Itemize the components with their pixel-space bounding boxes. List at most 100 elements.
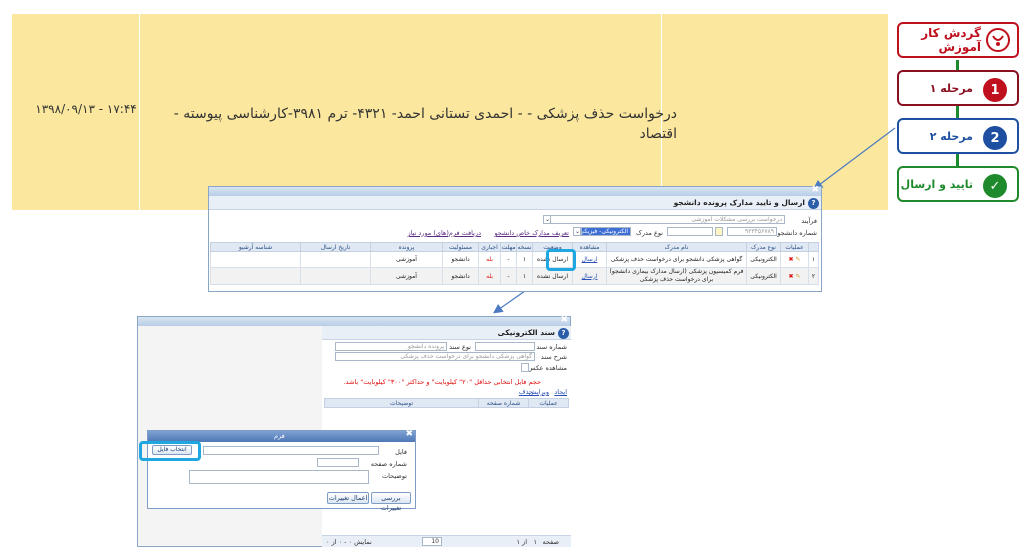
file-cell: آموزشی [370, 251, 443, 268]
column-header: مشاهده [572, 242, 607, 252]
column-header: عملیات [780, 242, 809, 252]
doc-type-label: نوع مدرک [636, 229, 663, 237]
create-link[interactable]: ایجاد [554, 388, 567, 396]
column-header: شماره صفحه [478, 398, 529, 408]
close-icon[interactable]: ✖ [811, 185, 819, 195]
window-title: فرم [274, 432, 285, 440]
doc-type-select[interactable]: الکترونیکی- فیزیکی [581, 227, 631, 236]
window-header: ? سند الکترونیکی [322, 326, 571, 340]
window-title: سند الکترونیکی [497, 328, 555, 337]
column-header: شناسه آرشیو [210, 242, 301, 252]
student-docs-window: ✖ ? ارسال و تایید مدارک پرونده دانشجو فر… [208, 185, 822, 292]
delete-icon[interactable]: ✖ [789, 273, 794, 280]
window-title: ارسال و تایید مدارک پرونده دانشجو [673, 198, 805, 207]
send-date-cell [300, 267, 371, 285]
tutorial-screenshot: ۱۳۹۸/۰۹/۱۳ - ۱۷:۴۴ درخواست حذف پزشکی - -… [0, 0, 1029, 553]
highlight-send-link [546, 249, 576, 271]
copy-cell: ۱ [516, 267, 533, 285]
column-header: مهلت [500, 242, 517, 252]
send-link[interactable]: ارسال [572, 251, 607, 268]
pager-summary: نمایش ۰ - ۰ از ۰ [326, 538, 372, 546]
archive-id-cell [210, 251, 301, 268]
pager-bar: صفحه ۱ از ۱ 10 نمایش ۰ - ۰ از ۰ [322, 535, 571, 547]
student-name-field [667, 227, 713, 236]
column-header: نام مدرک [606, 242, 747, 252]
doc-type-cell: الکترونیکی [746, 251, 781, 268]
page-size-select[interactable]: 10 [422, 537, 442, 546]
file-size-warning: حجم فایل انتخابی حداقل "۲۰" کیلوبایت" و … [343, 378, 541, 386]
help-icon: ? [808, 198, 819, 209]
responsibility-cell: دانشجو [442, 267, 479, 285]
pager-page-number[interactable]: ۱ [534, 538, 538, 546]
define-docs-link[interactable]: تعریف مدارک خاص دانشجو [494, 229, 569, 237]
copy-cell: ۱ [516, 251, 533, 268]
table-row: ۱ ✎ ✖ الکترونیکی گواهی پزشکی دانشجو برای… [210, 251, 819, 268]
close-icon[interactable]: ✖ [560, 315, 568, 325]
pages-table: عملیات شماره صفحه توضیحات [324, 398, 569, 408]
doc-number-label: شماره سند [536, 343, 567, 351]
deadline-cell: - [500, 251, 517, 268]
archive-id-cell [210, 267, 301, 285]
edit-icon[interactable]: ✎ [795, 256, 800, 263]
column-header: نوع مدرک [746, 242, 781, 252]
file-label: فایل [395, 448, 407, 456]
column-header: اجباری [478, 242, 501, 252]
send-date-cell [300, 251, 371, 268]
doc-type-cell: الکترونیکی [746, 267, 781, 285]
process-label: فرآیند [801, 217, 817, 225]
page-number-field[interactable] [317, 458, 359, 467]
responsibility-cell: دانشجو [442, 251, 479, 268]
table-row: ۲ ✎ ✖ الکترونیکی فرم کمیسیون پزشکی (ارسا… [210, 267, 819, 285]
pager-of: از ۱ [516, 538, 527, 546]
doc-desc-label: شرح سند [540, 353, 567, 361]
doc-type-label: نوع سند [449, 343, 471, 351]
notes-field[interactable] [189, 470, 369, 484]
review-changes-button[interactable]: بررسی تغییرات [371, 492, 411, 512]
lookup-icon[interactable] [715, 227, 723, 236]
doc-name-cell: گواهی پزشکی دانشجو برای درخواست حذف پزشک… [606, 251, 747, 268]
delete-icon[interactable]: ✖ [789, 256, 794, 263]
column-header: نسخه [516, 242, 533, 252]
send-link[interactable]: ارسال [572, 267, 607, 285]
file-cell: آموزشی [370, 267, 443, 285]
doc-number-field[interactable] [475, 342, 535, 351]
chevron-down-icon[interactable]: ⌄ [543, 215, 551, 224]
view-image-label: مشاهده عکس [527, 364, 567, 372]
column-header [808, 242, 819, 252]
column-header: مسئولیت [442, 242, 479, 252]
doc-desc-field[interactable]: گواهی پزشکی دانشجو برای درخواست حذف پزشک… [335, 352, 535, 361]
mandatory-cell: بله [478, 251, 501, 268]
view-image-checkbox[interactable] [521, 363, 529, 372]
mandatory-cell: بله [478, 267, 501, 285]
notes-label: توضیحات [382, 472, 407, 480]
deadline-cell: - [500, 267, 517, 285]
window-titlebar: ✖ [209, 185, 821, 196]
table-header-row: عملیات نوع مدرک نام مدرک مشاهده وضعیت نس… [210, 242, 819, 252]
row-actions: ✎ ✖ [780, 251, 809, 268]
table-header-row: عملیات شماره صفحه توضیحات [324, 398, 569, 408]
window-header: ? ارسال و تایید مدارک پرونده دانشجو [209, 196, 821, 210]
window-titlebar: ✖ [138, 315, 570, 326]
column-header: پرونده [370, 242, 443, 252]
receive-forms-link[interactable]: دریافت فرم(های) مورد نیاز [407, 229, 481, 237]
row-index: ۱ [808, 251, 819, 268]
doc-name-cell: فرم کمیسیون پزشکی (ارسال مدارک بیماری دا… [606, 267, 747, 285]
highlight-choose-file [139, 441, 201, 461]
student-number-label: شماره دانشجو [777, 229, 817, 237]
student-number-field[interactable]: ۹۲۳۴۵۶۷۸۹ [727, 227, 777, 236]
pager-page-label: صفحه [542, 538, 560, 546]
close-icon[interactable]: ✖ [405, 429, 413, 439]
edit-icon[interactable]: ✎ [795, 273, 800, 280]
column-header: تاریخ ارسال [300, 242, 371, 252]
process-select[interactable]: درخواست بررسی مشکلات آموزشی [545, 215, 785, 224]
doc-type-select[interactable]: پرونده دانشجو [335, 342, 447, 351]
arrow-to-step2-window [813, 127, 896, 190]
documents-table: عملیات نوع مدرک نام مدرک مشاهده وضعیت نس… [210, 242, 819, 285]
row-index: ۲ [808, 267, 819, 285]
delete-link[interactable]: حذف [519, 388, 533, 396]
column-header: عملیات [528, 398, 569, 408]
apply-changes-button[interactable]: اعمال تغییرات [327, 492, 369, 504]
column-header: توضیحات [324, 398, 479, 408]
row-actions: ✎ ✖ [780, 267, 809, 285]
chevron-down-icon[interactable]: ⌄ [573, 227, 581, 236]
